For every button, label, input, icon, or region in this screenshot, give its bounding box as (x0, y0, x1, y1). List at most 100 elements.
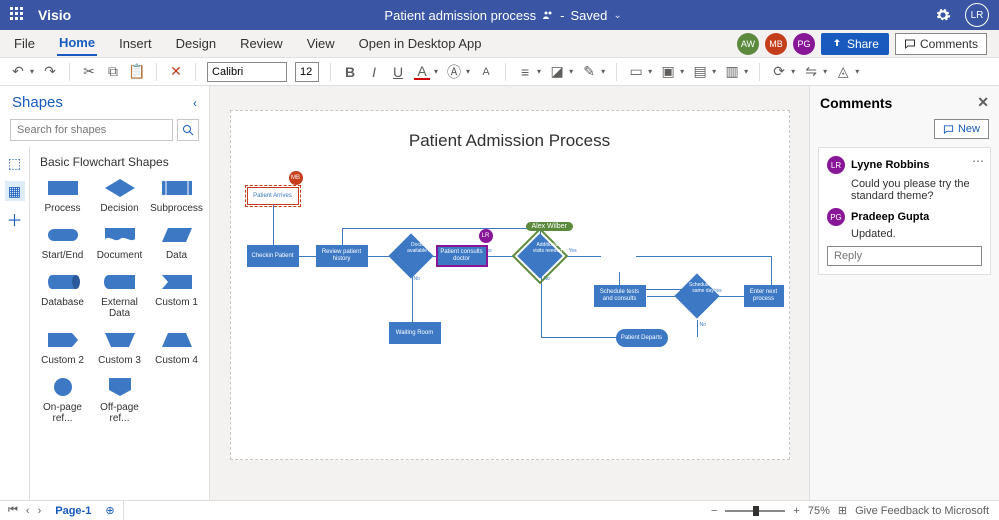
align-icon[interactable]: ≡ (517, 64, 533, 80)
presence-mb[interactable]: MB (765, 33, 787, 55)
zoom-in-icon[interactable]: + (793, 505, 799, 517)
add-page-icon[interactable]: ⊕ (105, 504, 114, 517)
redo-icon[interactable]: ↷ (42, 64, 58, 80)
shape-data[interactable]: Data (150, 224, 203, 261)
close-icon[interactable]: ✕ (977, 94, 989, 111)
chevron-down-icon[interactable]: ⌄ (613, 10, 621, 21)
node-schedule-tests[interactable]: Schedule tests and consults (594, 285, 646, 307)
coauthor-badge-lr[interactable]: LR (479, 229, 493, 243)
delete-icon[interactable]: ✕ (168, 64, 184, 80)
page-first-icon[interactable]: ⏮ (8, 504, 18, 517)
shapes-search-input[interactable] (10, 119, 173, 141)
bring-front-icon[interactable]: ▤ (692, 64, 708, 80)
shape-custom1[interactable]: Custom 1 (150, 271, 203, 319)
text-highlight-icon[interactable]: Ⓐ (446, 64, 462, 80)
reply-avatar: PG (827, 208, 845, 226)
zoom-slider[interactable] (725, 510, 785, 512)
stencil-icon-2[interactable]: ▦ (5, 181, 25, 201)
menu-design[interactable]: Design (174, 32, 218, 55)
paste-icon[interactable]: 📋 (129, 64, 145, 80)
drawing-canvas[interactable]: Patient Admission Process No Yes (230, 110, 790, 460)
shapes-grid: Process Decision Subprocess Start/End Do… (36, 177, 203, 424)
page-next-icon[interactable]: › (38, 505, 42, 517)
italic-icon[interactable]: I (366, 64, 382, 80)
node-consults[interactable]: Patient consults doctor (436, 245, 488, 267)
node-doctor-available[interactable]: Doctor available? (388, 233, 433, 278)
menu-insert[interactable]: Insert (117, 32, 154, 55)
menu-home[interactable]: Home (57, 31, 97, 56)
comments-button[interactable]: Comments (895, 33, 987, 55)
open-in-desktop[interactable]: Open in Desktop App (357, 32, 484, 55)
effects-icon[interactable]: ◬ (835, 64, 851, 80)
underline-icon[interactable]: U (390, 64, 406, 80)
node-patient-arrives[interactable]: Patient Arrives (247, 187, 299, 205)
feedback-link[interactable]: Give Feedback to Microsoft (855, 505, 989, 517)
send-back-icon[interactable]: ▥ (724, 64, 740, 80)
shape-offpage-ref[interactable]: Off-page ref... (93, 376, 146, 424)
menu-view[interactable]: View (305, 32, 337, 55)
menu-review[interactable]: Review (238, 32, 285, 55)
page-tab[interactable]: Page-1 (49, 503, 97, 519)
line-color-icon[interactable]: ✎ (581, 64, 597, 80)
shape-document[interactable]: Document (93, 224, 146, 261)
group-icon[interactable]: ▣ (660, 64, 676, 80)
bold-icon[interactable]: B (342, 64, 358, 80)
cut-icon[interactable]: ✂ (81, 64, 97, 80)
presence-pg[interactable]: PG (793, 33, 815, 55)
rotate-icon[interactable]: ⟳ (771, 64, 787, 80)
fit-page-icon[interactable]: ⊞ (838, 504, 847, 517)
share-button[interactable]: Share (821, 33, 889, 55)
comment-thread[interactable]: ⋯ LR Lyyne Robbins Could you please try … (818, 147, 991, 275)
shape-decision[interactable]: Decision (93, 177, 146, 214)
reply-input[interactable] (827, 246, 982, 266)
shape-startend[interactable]: Start/End (36, 224, 89, 261)
copy-icon[interactable]: ⧉ (105, 64, 121, 80)
node-same-day[interactable]: Scheduled for same day? (674, 273, 719, 318)
zoom-out-icon[interactable]: − (711, 505, 717, 517)
node-next-process[interactable]: Enter next process (744, 285, 784, 307)
coauthor-badge-mb[interactable]: MB (289, 171, 303, 185)
shape-onpage-ref[interactable]: On-page ref... (36, 376, 89, 424)
menu-bar: File Home Insert Design Review View Open… (0, 30, 999, 58)
connector (342, 228, 343, 245)
settings-icon[interactable] (935, 7, 951, 23)
flip-icon[interactable]: ⇋ (803, 64, 819, 80)
font-color-icon[interactable]: A (414, 64, 430, 80)
stencil-icon-1[interactable]: ⬚ (5, 153, 25, 173)
add-stencil-icon[interactable]: ＋ (5, 209, 25, 229)
collapse-panel-icon[interactable]: ‹ (193, 96, 197, 110)
node-patient-departs[interactable]: Patient Departs (616, 329, 668, 347)
fill-color-icon[interactable]: ◪ (549, 64, 565, 80)
new-comment-button[interactable]: New (934, 119, 989, 139)
shape-subprocess[interactable]: Subprocess (150, 177, 203, 214)
shape-database[interactable]: Database (36, 271, 89, 319)
presence-aw[interactable]: AW (737, 33, 759, 55)
comment-author: Lyyne Robbins (851, 159, 929, 171)
menu-file[interactable]: File (12, 32, 37, 55)
shape-external-data[interactable]: External Data (93, 271, 146, 319)
shape-custom2[interactable]: Custom 2 (36, 329, 89, 366)
node-review-history[interactable]: Review patient history (316, 245, 368, 267)
page-prev-icon[interactable]: ‹ (26, 505, 30, 517)
node-waiting-room[interactable]: Waiting Room (389, 322, 441, 344)
app-launcher-icon[interactable] (10, 7, 26, 23)
shape-custom4[interactable]: Custom 4 (150, 329, 203, 366)
font-size-grow-icon[interactable]: A (478, 64, 494, 80)
node-checkin[interactable]: Checkin Patient (247, 245, 299, 267)
font-family-input[interactable] (207, 62, 287, 82)
font-size-input[interactable] (295, 62, 319, 82)
undo-icon[interactable]: ↶ (10, 64, 26, 80)
connector (636, 256, 771, 257)
connector (368, 256, 389, 257)
shape-process[interactable]: Process (36, 177, 89, 214)
search-icon (182, 124, 194, 136)
node-additional-visits[interactable]: Additional visits needed (517, 233, 562, 278)
search-button[interactable] (177, 119, 199, 141)
arrange-icon[interactable]: ▭ (628, 64, 644, 80)
canvas-area[interactable]: Patient Admission Process No Yes (210, 86, 809, 500)
shape-custom3[interactable]: Custom 3 (93, 329, 146, 366)
document-title[interactable]: Patient admission process - Saved ⌄ (71, 8, 935, 23)
user-avatar[interactable]: LR (965, 3, 989, 27)
coauthor-tag-alex[interactable]: Alex Wilber (526, 222, 573, 231)
more-icon[interactable]: ⋯ (972, 154, 984, 168)
